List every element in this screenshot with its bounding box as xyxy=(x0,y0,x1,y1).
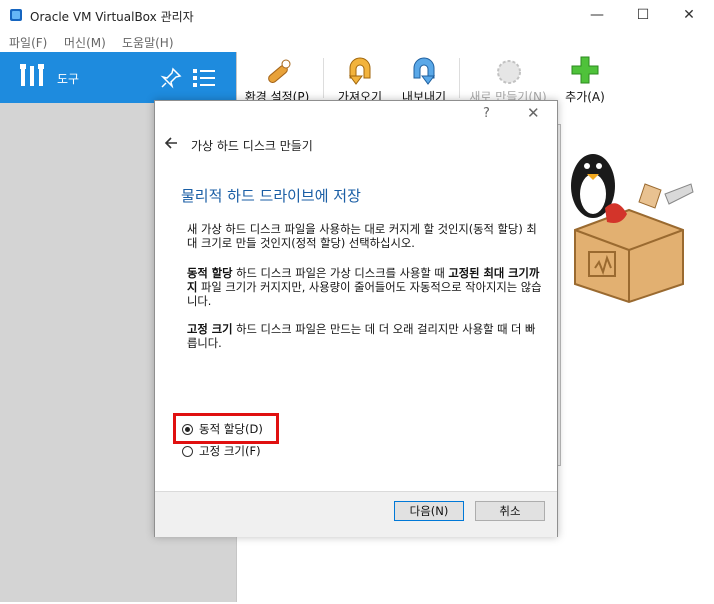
red-highlight-box xyxy=(173,413,279,444)
export-button[interactable]: 내보내기 xyxy=(393,52,455,104)
main-toolbar: 환경 설정(P) 가져오기 내보내기 새로 만들기(N) 추가(A) xyxy=(237,52,714,104)
dialog-body: 물리적 하드 드라이브에 저장 새 가상 하드 디스크 파일을 사용하는 대로 … xyxy=(155,161,557,491)
tools-item[interactable]: 도구 xyxy=(0,52,236,103)
dialog-title: 가상 하드 디스크 만들기 xyxy=(191,139,313,153)
toolbar-divider xyxy=(459,58,460,98)
radio-fixed-indicator[interactable] xyxy=(182,445,193,457)
pin-icon[interactable] xyxy=(160,67,182,89)
menu-machine[interactable]: 머신(M) xyxy=(64,34,106,51)
dynamic-description: 동적 할당 하드 디스크 파일은 가상 디스크를 사용할 때 고정된 최대 크기… xyxy=(187,267,542,309)
radio-fixed-label: 고정 크기(F) xyxy=(199,444,261,458)
close-window-button[interactable]: ✕ xyxy=(666,0,712,30)
dynamic-text-2: 파일 크기가 커지지만, 사용량이 줄어들어도 자동적으로 작아지지는 않습니다… xyxy=(187,281,542,308)
dialog-header: 가상 하드 디스크 만들기 xyxy=(155,129,557,161)
next-button[interactable]: 다음(N) xyxy=(394,501,464,521)
cancel-button[interactable]: 취소 xyxy=(475,501,545,521)
minimize-button[interactable]: — xyxy=(574,0,620,30)
radio-fixed-size[interactable]: 고정 크기(F) xyxy=(182,442,261,460)
help-button[interactable]: ? xyxy=(483,106,490,121)
tools-icon xyxy=(20,64,44,86)
dynamic-text-1: 하드 디스크 파일은 가상 디스크를 사용할 때 xyxy=(232,267,449,280)
add-button[interactable]: 추가(A) xyxy=(555,52,615,104)
page-title: 물리적 하드 드라이브에 저장 xyxy=(181,187,361,205)
window-title: Oracle VM VirtualBox 관리자 xyxy=(30,10,194,24)
dialog-close-button[interactable]: ✕ xyxy=(527,104,540,122)
welcome-illustration-icon xyxy=(571,154,694,304)
intro-text: 새 가상 하드 디스크 파일을 사용하는 대로 커지게 할 것인지(동적 할당)… xyxy=(187,223,537,250)
import-button[interactable]: 가져오기 xyxy=(329,52,391,104)
menu-file[interactable]: 파일(F) xyxy=(9,34,47,51)
dialog-footer: 다음(N) 취소 xyxy=(155,491,557,537)
fixed-description: 고정 크기 하드 디스크 파일은 만드는 데 더 오래 걸리지만 사용할 때 더… xyxy=(187,323,542,351)
add-plus-icon xyxy=(571,56,599,84)
toolbar-divider xyxy=(323,58,324,98)
list-view-icon[interactable] xyxy=(192,67,216,89)
fixed-term: 고정 크기 xyxy=(187,323,233,336)
back-arrow-icon[interactable] xyxy=(163,135,179,151)
virtualbox-app-icon xyxy=(10,9,22,21)
dynamic-term: 동적 할당 xyxy=(187,267,233,280)
wrench-icon xyxy=(268,59,291,83)
preferences-button[interactable]: 환경 설정(P) xyxy=(237,52,317,104)
tools-label: 도구 xyxy=(57,72,80,86)
export-icon xyxy=(413,57,435,85)
window-titlebar: Oracle VM VirtualBox 관리자 — ☐ ✕ xyxy=(0,0,714,30)
add-label: 추가(A) xyxy=(565,90,605,104)
maximize-button[interactable]: ☐ xyxy=(620,0,666,30)
new-machine-icon xyxy=(497,60,521,84)
dialog-titlebar: ? ✕ xyxy=(155,101,557,129)
menu-bar: 파일(F) 머신(M) 도움말(H) xyxy=(0,30,714,52)
menu-help[interactable]: 도움말(H) xyxy=(122,34,174,51)
new-button[interactable]: 새로 만들기(N) xyxy=(465,52,551,104)
import-icon xyxy=(349,57,371,85)
create-virtual-hard-disk-dialog: ? ✕ 가상 하드 디스크 만들기 물리적 하드 드라이브에 저장 새 가상 하… xyxy=(154,100,558,537)
fixed-text: 하드 디스크 파일은 만드는 데 더 오래 걸리지만 사용할 때 더 빠릅니다. xyxy=(187,323,536,350)
